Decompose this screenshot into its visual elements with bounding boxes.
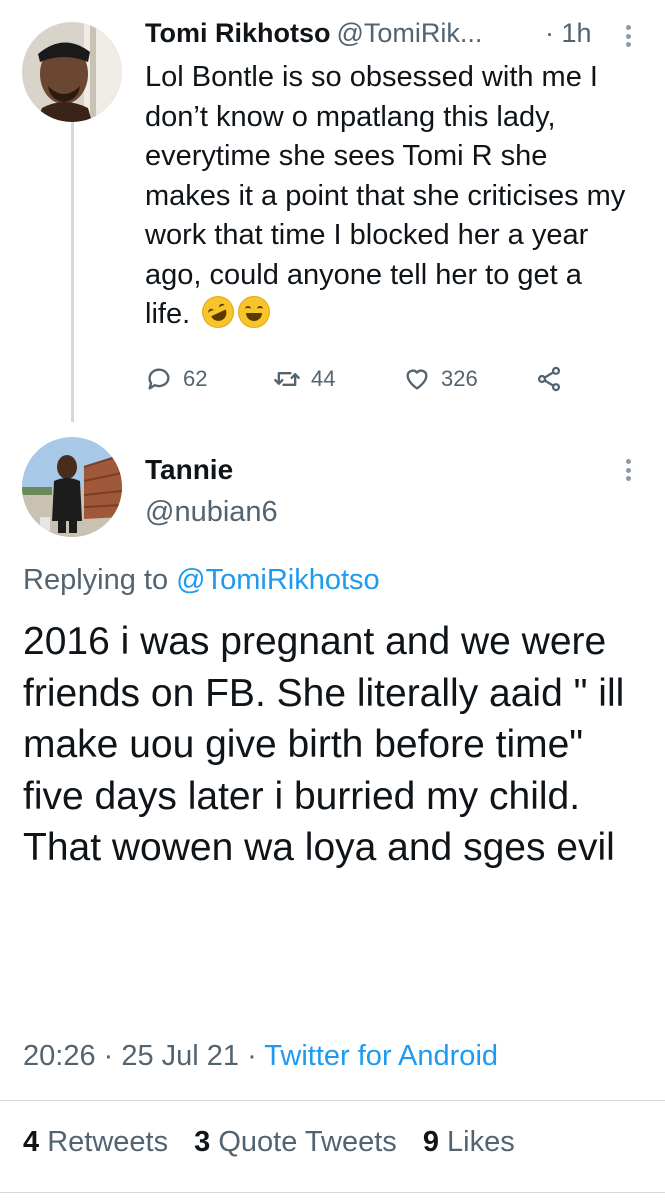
reply-button[interactable]: 62: [145, 365, 207, 393]
replying-to-line: Replying to @TomiRikhotso: [23, 564, 380, 597]
engagement-stats: 4 Retweets 3 Quote Tweets 9 Likes: [23, 1126, 533, 1159]
meta-separator: ·: [239, 1040, 265, 1072]
share-button[interactable]: [535, 365, 563, 393]
tweet-timestamp[interactable]: 20:26 · 25 Jul 21: [23, 1040, 239, 1072]
reply-tweet-text: 2016 i was pregnant and we were friends …: [23, 620, 625, 869]
quote-label: Quote Tweets: [218, 1126, 397, 1158]
quote-count: 3: [194, 1126, 211, 1158]
quote-tweets-stat[interactable]: 3 Quote Tweets: [194, 1126, 397, 1158]
replying-to-prefix: Replying to: [23, 564, 169, 596]
parent-more-icon[interactable]: [625, 25, 631, 47]
replying-to-link[interactable]: @TomiRikhotso: [176, 564, 380, 596]
retweets-label: Retweets: [47, 1126, 169, 1158]
share-icon: [537, 366, 561, 392]
reply-author-handle[interactable]: @nubian6: [145, 496, 278, 529]
parent-author-handle[interactable]: @TomiRik...: [337, 18, 483, 48]
reply-icon: [148, 368, 170, 390]
divider: [0, 1100, 665, 1101]
parent-tweet-text: Lol Bontle is so obsessed with me I don’…: [145, 58, 635, 335]
retweet-count: 44: [311, 366, 336, 391]
heart-icon: [406, 369, 428, 390]
parent-author-name[interactable]: Tomi Rikhotso: [145, 18, 331, 48]
retweet-button[interactable]: 44: [273, 365, 335, 393]
tweet-source-link[interactable]: Twitter for Android: [264, 1040, 498, 1072]
retweets-count: 4: [23, 1126, 40, 1158]
rolling-laughing-emoji-icon: [196, 290, 240, 334]
like-count: 326: [441, 366, 478, 391]
tears-of-joy-emoji-icon: [238, 296, 271, 328]
reply-avatar-photo: [22, 437, 122, 537]
thread-connector-line: [71, 122, 74, 422]
avatar[interactable]: [22, 22, 122, 122]
reply-author-name[interactable]: Tannie: [145, 454, 233, 486]
reply-more-icon[interactable]: [625, 459, 631, 481]
like-button[interactable]: 326: [403, 365, 478, 393]
avatar-photo: [22, 22, 122, 122]
retweets-stat[interactable]: 4 Retweets: [23, 1126, 168, 1158]
tweet-meta: 20:26 · 25 Jul 21 · Twitter for Android: [23, 1040, 498, 1073]
parent-author-row: Tomi Rikhotso @TomiRik...: [145, 18, 482, 49]
parent-timestamp[interactable]: · 1h: [545, 18, 592, 49]
parent-tweet-body: Lol Bontle is so obsessed with me I don’…: [145, 61, 626, 330]
likes-label: Likes: [447, 1126, 515, 1158]
divider-bottom: [0, 1192, 665, 1193]
retweet-icon: [274, 372, 300, 386]
reply-count: 62: [183, 366, 208, 391]
likes-stat[interactable]: 9 Likes: [423, 1126, 515, 1158]
reply-avatar[interactable]: [22, 437, 122, 537]
likes-count: 9: [422, 1126, 439, 1158]
